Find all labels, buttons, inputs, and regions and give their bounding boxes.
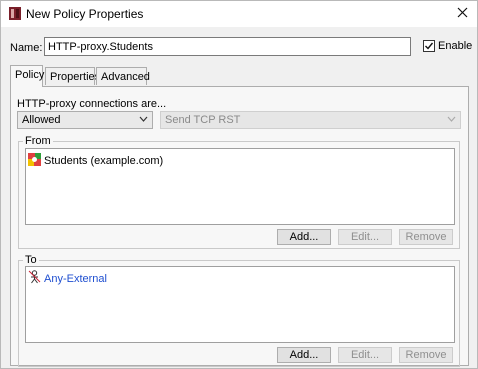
chevron-down-icon bbox=[139, 114, 148, 127]
name-label: Name: bbox=[10, 42, 43, 54]
from-title: From bbox=[23, 135, 53, 147]
app-icon bbox=[8, 6, 22, 21]
from-item-label: Students (example.com) bbox=[44, 155, 164, 167]
from-add-button[interactable]: Add... bbox=[277, 229, 331, 245]
to-edit-button: Edit... bbox=[338, 347, 392, 363]
chevron-down-icon bbox=[447, 114, 456, 127]
connections-label: HTTP-proxy connections are... bbox=[17, 98, 167, 110]
tab-properties[interactable]: Properties bbox=[45, 67, 100, 85]
title-bar: New Policy Properties bbox=[1, 1, 477, 27]
connection-action-select[interactable]: Allowed bbox=[17, 111, 153, 129]
close-icon bbox=[457, 7, 468, 21]
from-list[interactable]: Students (example.com) bbox=[25, 148, 455, 225]
enable-label: Enable bbox=[438, 40, 473, 52]
policy-properties-window: New Policy Properties Name: Enable Polic… bbox=[0, 0, 478, 369]
tcp-response-select: Send TCP RST bbox=[160, 111, 461, 129]
enable-checkbox[interactable]: Enable bbox=[423, 40, 472, 52]
from-edit-button: Edit... bbox=[338, 229, 392, 245]
to-item-label: Any-External bbox=[44, 272, 107, 285]
to-list[interactable]: Any-External bbox=[25, 266, 455, 343]
close-button[interactable] bbox=[447, 1, 477, 27]
window-title: New Policy Properties bbox=[26, 7, 144, 21]
checkbox-checked-icon bbox=[423, 40, 435, 52]
from-remove-button: Remove bbox=[399, 229, 453, 245]
tab-advanced[interactable]: Advanced bbox=[96, 67, 150, 85]
to-remove-button: Remove bbox=[399, 347, 453, 363]
name-input[interactable] bbox=[44, 37, 411, 56]
list-item[interactable]: Students (example.com) bbox=[28, 153, 163, 169]
any-external-icon bbox=[28, 270, 41, 287]
list-item[interactable]: Any-External bbox=[28, 270, 107, 287]
to-title: To bbox=[23, 254, 39, 266]
tab-policy[interactable]: Policy bbox=[10, 65, 44, 87]
to-add-button[interactable]: Add... bbox=[277, 347, 331, 363]
user-group-icon bbox=[28, 153, 41, 169]
